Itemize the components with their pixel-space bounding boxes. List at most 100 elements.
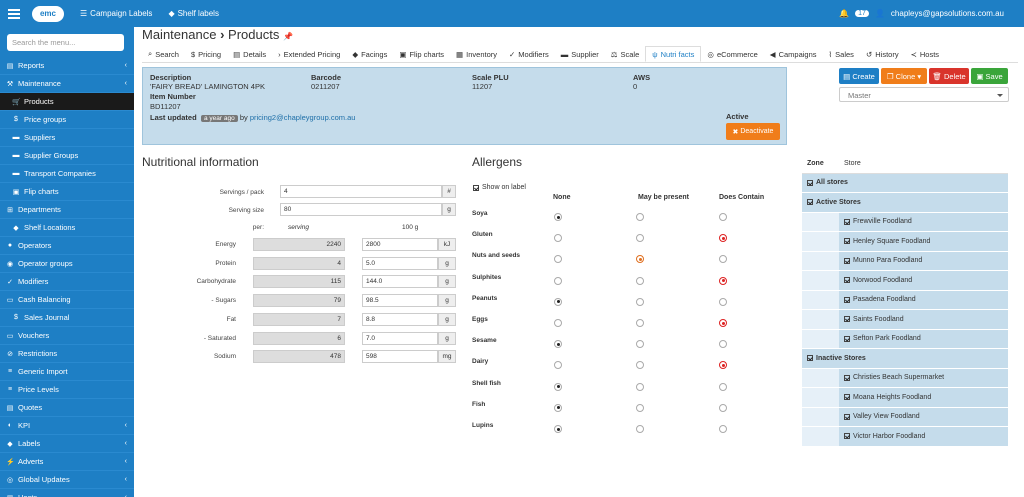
sidebar-item-reports[interactable]: ▤ Reports ‹ [0,57,134,75]
chevron-left-icon[interactable]: ‹ [125,80,127,87]
store-row[interactable]: Christies Beach Supermarket [802,368,1008,388]
sidebar-item-labels[interactable]: ◆ Labels ‹ [0,435,134,453]
radio-maybe[interactable] [636,213,644,221]
inactive-stores-row[interactable]: Inactive Stores [802,349,1008,369]
tab-campaigns[interactable]: ◀ Campaigns [764,46,823,62]
store-row[interactable]: Saints Foodland [802,310,1008,330]
radio-none[interactable] [554,382,562,391]
checkbox-icon[interactable] [844,316,850,323]
checkbox-icon[interactable] [844,433,850,440]
tab-sales[interactable]: ⌇ Sales [823,46,860,62]
checkbox-icon[interactable] [844,335,850,342]
tab-supplier[interactable]: ▬ Supplier [555,46,605,62]
active-stores-row[interactable]: Active Stores [802,193,1008,213]
checkbox-icon[interactable] [844,238,850,245]
sidebar-item-vouchers[interactable]: ▭ Vouchers [0,327,134,345]
radio-none[interactable] [554,234,562,243]
tab-details[interactable]: ▤ Details [227,46,272,62]
checkbox-icon[interactable] [844,218,850,225]
sidebar-item-cash-balancing[interactable]: ▭ Cash Balancing [0,291,134,309]
pin-icon[interactable]: 📌 [283,32,293,41]
logo[interactable]: emc [32,5,64,22]
radio-maybe[interactable] [636,403,644,412]
tab-flip-charts[interactable]: ▣ Flip charts [393,46,450,62]
nutrient-per-100-input[interactable]: 598 [362,350,438,364]
checkbox-icon[interactable] [807,199,813,206]
radio-contains[interactable] [719,255,727,264]
radio-maybe[interactable] [636,361,644,370]
radio-contains[interactable] [719,319,727,327]
radio-maybe[interactable] [636,319,644,327]
radio-contains[interactable] [719,234,727,243]
sidebar-item-hosts[interactable]: ▥Hosts‹ [0,489,134,497]
radio-none[interactable] [554,213,562,221]
store-row[interactable]: Frewville Foodland [802,212,1008,232]
radio-none[interactable] [554,276,562,285]
sidebar-item-transport-companies[interactable]: ▬ Transport Companies [0,165,134,183]
sidebar-item-sales-journal[interactable]: $ Sales Journal [0,309,134,327]
checkbox-icon[interactable] [807,179,813,186]
store-row[interactable]: Munno Para Foodland [802,251,1008,271]
store-row[interactable]: Pasadena Foodland [802,290,1008,310]
radio-maybe[interactable] [636,276,644,285]
save-button[interactable]: ▣ Save [971,68,1008,84]
radio-maybe[interactable] [636,425,644,433]
store-row[interactable]: Sefton Park Foodland [802,329,1008,349]
tab-modifiers[interactable]: ✓ Modifiers [503,46,555,62]
checkbox-icon[interactable] [844,277,850,284]
menu-search-input[interactable]: Search the menu... [7,34,124,51]
shelf-labels-link[interactable]: ◆ Shelf labels [168,9,219,18]
radio-maybe[interactable] [636,234,644,243]
notification-badge[interactable]: 17 [855,10,869,17]
serving-size-input[interactable]: 80 [280,203,442,216]
store-row[interactable]: Henley Square Foodland [802,232,1008,252]
hamburger-icon[interactable] [8,8,20,19]
radio-maybe[interactable] [636,382,644,391]
all-stores-row[interactable]: All stores [802,173,1008,193]
nutrient-per-100-input[interactable]: 7.0 [362,331,438,345]
sidebar-item-maintenance[interactable]: ⚒ Maintenance ‹ [0,75,134,93]
chevron-left-icon[interactable]: ‹ [125,458,127,465]
nutrient-per-100-input[interactable]: 8.8 [362,312,438,326]
radio-contains[interactable] [719,382,727,391]
sidebar-item-modifiers[interactable]: ✓ Modifiers [0,273,134,291]
checkbox-icon[interactable] [844,296,850,303]
radio-maybe[interactable] [636,255,644,264]
radio-none[interactable] [554,403,562,412]
radio-contains[interactable] [719,340,727,349]
checkbox-icon[interactable] [844,257,850,264]
tab-scale[interactable]: ⚖ Scale [605,46,646,62]
deactivate-button[interactable]: ✖ Deactivate [726,123,780,140]
radio-maybe[interactable] [636,297,644,306]
tab-hosts[interactable]: ≺ Hosts [905,46,945,62]
sidebar-item-price-levels[interactable]: ≡ Price Levels [0,381,134,399]
sidebar-item-departments[interactable]: ⊞ Departments [0,201,134,219]
clone-button[interactable]: ❐ Clone ▾ [881,68,927,84]
sidebar-item-generic-import[interactable]: ≡ Generic Import [0,363,134,381]
tab-pricing[interactable]: $ Pricing [185,46,227,62]
tab-history[interactable]: ↺ History [860,46,905,62]
create-button[interactable]: ▤ Create [839,68,879,84]
checkbox-icon[interactable] [844,413,850,420]
breadcrumb-section[interactable]: Maintenance [142,27,216,42]
radio-contains[interactable] [719,425,727,433]
radio-none[interactable] [554,340,562,349]
chevron-left-icon[interactable]: ‹ [125,440,127,447]
chevron-left-icon[interactable]: ‹ [125,476,127,483]
checkbox-icon[interactable] [807,355,813,362]
tab-nutri-facts[interactable]: ψ Nutri facts [645,46,702,62]
chevron-left-icon[interactable]: ‹ [125,62,127,69]
sidebar-item-restrictions[interactable]: ⊘ Restrictions [0,345,134,363]
sidebar-item-products[interactable]: 🛒 Products [0,93,134,111]
sidebar-item-flip-charts[interactable]: ▣ Flip charts [0,183,134,201]
tab-inventory[interactable]: ▦ Inventory [450,46,503,62]
sidebar-item-operator-groups[interactable]: ◉ Operator groups [0,255,134,273]
tab-ecommerce[interactable]: ◎ eCommerce [701,46,763,62]
radio-contains[interactable] [719,403,727,412]
tab-extended-pricing[interactable]: › Extended Pricing [272,46,346,62]
delete-button[interactable]: 🗑 Delete [929,68,969,84]
checkbox-icon[interactable] [473,184,479,191]
radio-contains[interactable] [719,276,727,285]
user-email[interactable]: chapleys@gapsolutions.com.au [891,9,1004,18]
nutrient-per-100-input[interactable]: 98.5 [362,294,438,308]
